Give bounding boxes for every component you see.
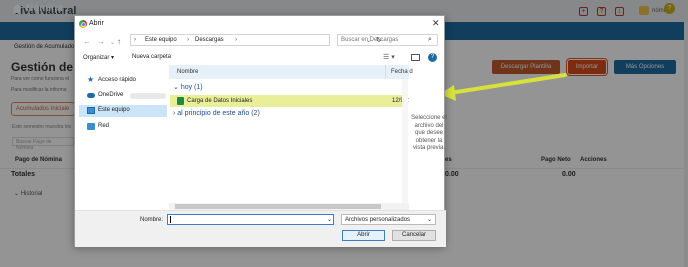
search-icon: ⌕ [428, 36, 432, 43]
file-type-select[interactable]: Archivos personalizados ⌄ [341, 214, 436, 225]
address-bar[interactable]: › Este equipo › Descargas › ⌄ ↻ [130, 34, 382, 46]
preview-hint: Seleccione el archivo del que desee obte… [411, 115, 447, 151]
cancel-button[interactable]: Cancelar [392, 230, 436, 241]
computer-icon [87, 107, 95, 114]
column-divider[interactable] [385, 65, 386, 79]
group-label: hoy (1) [180, 84, 203, 91]
group-header-today[interactable]: ⌄ hoy (1) [173, 83, 203, 91]
nav-label: Acceso rápido [98, 77, 137, 83]
nav-item-network[interactable]: Red [79, 121, 167, 133]
filename-label: Nombre: [140, 217, 164, 223]
nav-label: Este equipo [98, 107, 130, 113]
nav-item-quick-access[interactable]: ★ Acceso rápido [79, 75, 167, 87]
col-nombre[interactable]: Nombre [177, 69, 198, 75]
scrollbar-thumb[interactable] [175, 204, 381, 209]
address-segment[interactable]: Descargas [195, 37, 224, 43]
chevron-right-icon: › [187, 37, 189, 43]
view-options-icon[interactable]: ☰ ▾ [383, 53, 395, 61]
chevron-down-icon[interactable]: ⌄ [327, 216, 332, 223]
blurred-account-name [130, 93, 166, 99]
chevron-right-icon: › [235, 37, 237, 43]
up-folder-icon[interactable]: ↑ [117, 37, 121, 46]
file-name: Carga de Datos Iniciales [187, 98, 253, 104]
file-row[interactable]: Carga de Datos Iniciales 12/9/2 [170, 95, 409, 107]
forward-icon[interactable]: → [97, 37, 105, 46]
chrome-icon [79, 20, 87, 28]
help-icon[interactable]: ? [428, 53, 437, 62]
search-input[interactable]: Buscar en Descargas ⌕ [337, 34, 438, 46]
open-button[interactable]: Abrir [342, 230, 385, 241]
organize-button[interactable]: Organizar ▾ [83, 54, 114, 61]
open-file-dialog: Abrir ✕ ← → ⌄ ↑ › Este equipo › Descarga… [74, 15, 447, 247]
dialog-title: Abrir [89, 20, 104, 27]
new-folder-button[interactable]: Nueva carpeta [132, 54, 171, 60]
column-header[interactable]: Nombre [169, 65, 409, 79]
nav-label: Red [98, 123, 110, 129]
navigation-pane: ★ Acceso rápido OneDrive Este equipo Red [79, 69, 167, 207]
search-placeholder: Buscar en Descargas [341, 37, 399, 43]
text-caret [170, 216, 171, 223]
col-fecha[interactable]: Fecha d [391, 69, 413, 75]
file-type-value: Archivos personalizados [345, 217, 411, 223]
recent-dropdown-icon[interactable]: ⌄ [110, 39, 115, 46]
nav-item-onedrive[interactable]: OneDrive [79, 90, 167, 102]
chevron-right-icon: › [134, 37, 136, 43]
cloud-icon [87, 93, 95, 98]
filename-input[interactable]: ⌄ [167, 214, 334, 225]
star-icon: ★ [87, 75, 95, 84]
group-header-this-year[interactable]: › al principio de este año (2) [173, 110, 260, 117]
close-icon[interactable]: ✕ [432, 18, 440, 29]
preview-pane-icon[interactable] [411, 54, 420, 61]
file-list-vertical-scrollbar[interactable] [402, 79, 408, 203]
back-icon[interactable]: ← [83, 37, 91, 46]
network-icon [87, 123, 95, 130]
address-segment[interactable]: Este equipo [145, 37, 177, 43]
nav-label: OneDrive [98, 92, 124, 98]
spreadsheet-file-icon [177, 97, 184, 105]
nav-item-this-pc[interactable]: Este equipo [79, 105, 167, 117]
group-label: al principio de este año (2) [177, 110, 260, 117]
horizontal-scrollbar[interactable] [169, 203, 409, 210]
chevron-down-icon: ⌄ [427, 217, 433, 223]
